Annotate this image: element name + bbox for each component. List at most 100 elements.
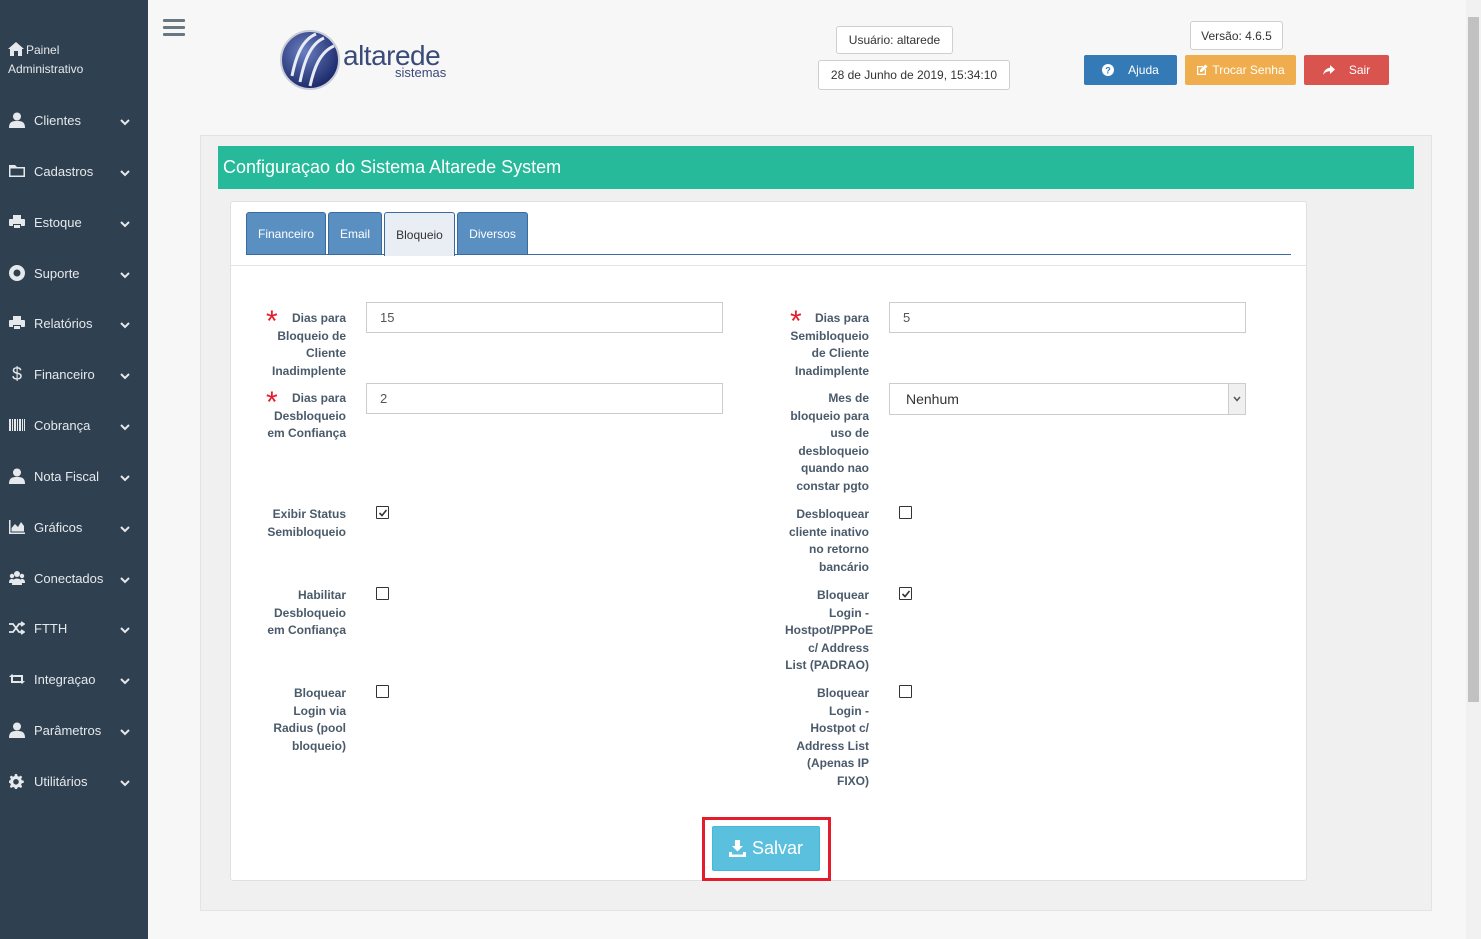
printer-icon bbox=[8, 315, 26, 331]
sidebar-item-label: Gráficos bbox=[34, 519, 83, 535]
lifebuoy-icon bbox=[8, 265, 26, 281]
help-button[interactable]: ? Ajuda bbox=[1084, 55, 1177, 85]
share-arrow-icon bbox=[1322, 65, 1335, 75]
dias-semibloqueio-input[interactable] bbox=[889, 302, 1246, 333]
sidebar-item-label: Painel bbox=[26, 43, 60, 57]
chevron-down-icon bbox=[120, 166, 130, 177]
chevron-down-icon bbox=[120, 268, 130, 279]
sidebar-item-financeiro[interactable]: $ Financeiro bbox=[0, 364, 148, 384]
svg-text:?: ? bbox=[1105, 66, 1111, 76]
exibir-status-label: Exibir Status Semibloqueio bbox=[267, 507, 346, 539]
tabs-divider bbox=[455, 254, 1291, 255]
save-button[interactable]: Salvar bbox=[712, 826, 820, 871]
sidebar-item-integracao[interactable]: Integraçao bbox=[0, 669, 148, 689]
mes-bloqueio-label: Mes de bloqueio para uso de desbloqueio … bbox=[790, 391, 869, 493]
scrollbar-thumb[interactable] bbox=[1468, 17, 1479, 702]
sidebar-item-utilitarios[interactable]: Utilitários bbox=[0, 771, 148, 791]
area-chart-icon bbox=[8, 519, 26, 535]
bloquear-radius-label: Bloquear Login via Radius (pool bloqueio… bbox=[273, 686, 346, 753]
desbloquear-inativo-checkbox[interactable] bbox=[899, 506, 912, 519]
change-password-button[interactable]: Trocar Senha bbox=[1185, 55, 1296, 85]
users-icon bbox=[8, 570, 26, 586]
retweet-icon bbox=[8, 671, 26, 687]
bloquear-radius-checkbox[interactable] bbox=[376, 685, 389, 698]
sidebar-item-cadastros[interactable]: Cadastros bbox=[0, 161, 148, 181]
sidebar-item-label: Utilitários bbox=[34, 773, 88, 789]
sidebar-item-conectados[interactable]: Conectados bbox=[0, 568, 148, 588]
sidebar-item-clientes[interactable]: Clientes bbox=[0, 110, 148, 130]
sidebar-item-relatorios[interactable]: Relatórios bbox=[0, 313, 148, 333]
habilitar-desbloqueio-checkbox[interactable] bbox=[376, 587, 389, 600]
sidebar-item-label: Nota Fiscal bbox=[34, 468, 100, 484]
datetime-info: 28 de Junho de 2019, 15:34:10 bbox=[818, 60, 1010, 90]
sidebar-item-painel[interactable]: Painel Administrativo bbox=[8, 42, 138, 78]
sidebar-item-nota-fiscal[interactable]: Nota Fiscal bbox=[0, 466, 148, 486]
sidebar-item-suporte[interactable]: Suporte bbox=[0, 263, 148, 283]
check-icon bbox=[901, 590, 911, 598]
sidebar: Painel Administrativo Clientes Cadastros… bbox=[0, 0, 148, 939]
bloquear-login-padrao-checkbox[interactable] bbox=[899, 587, 912, 600]
barcode-icon bbox=[8, 417, 26, 433]
dias-bloqueio-input[interactable] bbox=[366, 302, 723, 333]
sidebar-item-label: Estoque bbox=[34, 214, 82, 230]
sidebar-item-label: Relatórios bbox=[34, 315, 93, 331]
save-label: Salvar bbox=[751, 838, 804, 858]
user-icon bbox=[8, 468, 26, 484]
chevron-down-icon bbox=[120, 115, 130, 126]
change-password-label: Trocar Senha bbox=[1212, 63, 1285, 77]
chevron-down-icon bbox=[120, 725, 130, 736]
sidebar-item-label: Suporte bbox=[34, 265, 80, 281]
folder-icon bbox=[8, 163, 26, 179]
chevron-down-icon bbox=[120, 776, 130, 787]
printer-icon bbox=[8, 214, 26, 230]
page-scrollbar[interactable] bbox=[1466, 0, 1481, 939]
tab-email[interactable]: Email bbox=[328, 212, 382, 255]
dias-desbloqueio-input[interactable] bbox=[366, 383, 723, 414]
chevron-down-icon bbox=[120, 369, 130, 380]
chevron-down-icon bbox=[120, 420, 130, 431]
sidebar-item-label: Integraçao bbox=[34, 671, 96, 687]
version-info: Versão: 4.6.5 bbox=[1190, 21, 1283, 50]
tab-diversos[interactable]: Diversos bbox=[457, 212, 528, 255]
check-icon bbox=[378, 509, 388, 517]
bloquear-login-ipfixo-checkbox[interactable] bbox=[899, 685, 912, 698]
exit-button[interactable]: Sair bbox=[1304, 55, 1389, 85]
chevron-down-icon bbox=[120, 217, 130, 228]
dollar-icon: $ bbox=[11, 363, 22, 384]
mes-bloqueio-value: Nenhum bbox=[906, 391, 959, 407]
tab-financeiro[interactable]: Financeiro bbox=[246, 212, 326, 255]
download-icon bbox=[728, 840, 746, 857]
chevron-down-icon bbox=[120, 623, 130, 634]
menu-toggle-button[interactable] bbox=[163, 19, 185, 37]
page-title: Configuraçao do Sistema Altarede System bbox=[218, 146, 1414, 189]
sidebar-item-cobranca[interactable]: Cobrança bbox=[0, 415, 148, 435]
chevron-down-icon bbox=[120, 318, 130, 329]
logo-subtext: sistemas bbox=[395, 65, 447, 80]
sidebar-item-label: Parâmetros bbox=[34, 722, 102, 738]
dias-semibloqueio-label: Dias para Semibloqueio de Cliente Inadim… bbox=[790, 311, 869, 378]
sidebar-item-label: FTTH bbox=[34, 620, 68, 636]
chevron-down-icon bbox=[120, 573, 130, 584]
help-label: Ajuda bbox=[1128, 63, 1159, 77]
chevron-down-icon bbox=[120, 522, 130, 533]
sidebar-item-ftth[interactable]: FTTH bbox=[0, 618, 148, 638]
sidebar-item-label: Financeiro bbox=[34, 366, 95, 382]
tab-bloqueio[interactable]: Bloqueio bbox=[384, 212, 455, 256]
sidebar-item-label: Administrativo bbox=[8, 62, 84, 76]
cogs-icon bbox=[8, 773, 26, 789]
sidebar-item-label: Conectados bbox=[34, 570, 104, 586]
desbloquear-inativo-label: Desbloquear cliente inativo no retorno b… bbox=[788, 507, 869, 574]
home-icon bbox=[8, 42, 26, 61]
sidebar-item-estoque[interactable]: Estoque bbox=[0, 212, 148, 232]
exibir-status-checkbox[interactable] bbox=[376, 506, 389, 519]
sidebar-item-label: Clientes bbox=[34, 112, 81, 128]
bloquear-login-padrao-label: Bloquear Login - Hostpot/PPPoE c/ Addres… bbox=[784, 588, 873, 673]
sidebar-item-graficos[interactable]: Gráficos bbox=[0, 517, 148, 537]
chevron-down-icon bbox=[120, 674, 130, 685]
sidebar-item-parametros[interactable]: Parâmetros bbox=[0, 720, 148, 740]
shuffle-icon bbox=[8, 620, 26, 636]
user-icon bbox=[8, 722, 26, 738]
tabs-divider bbox=[246, 254, 384, 255]
mes-bloqueio-select[interactable]: Nenhum bbox=[889, 383, 1246, 415]
question-circle-icon: ? bbox=[1102, 64, 1115, 76]
